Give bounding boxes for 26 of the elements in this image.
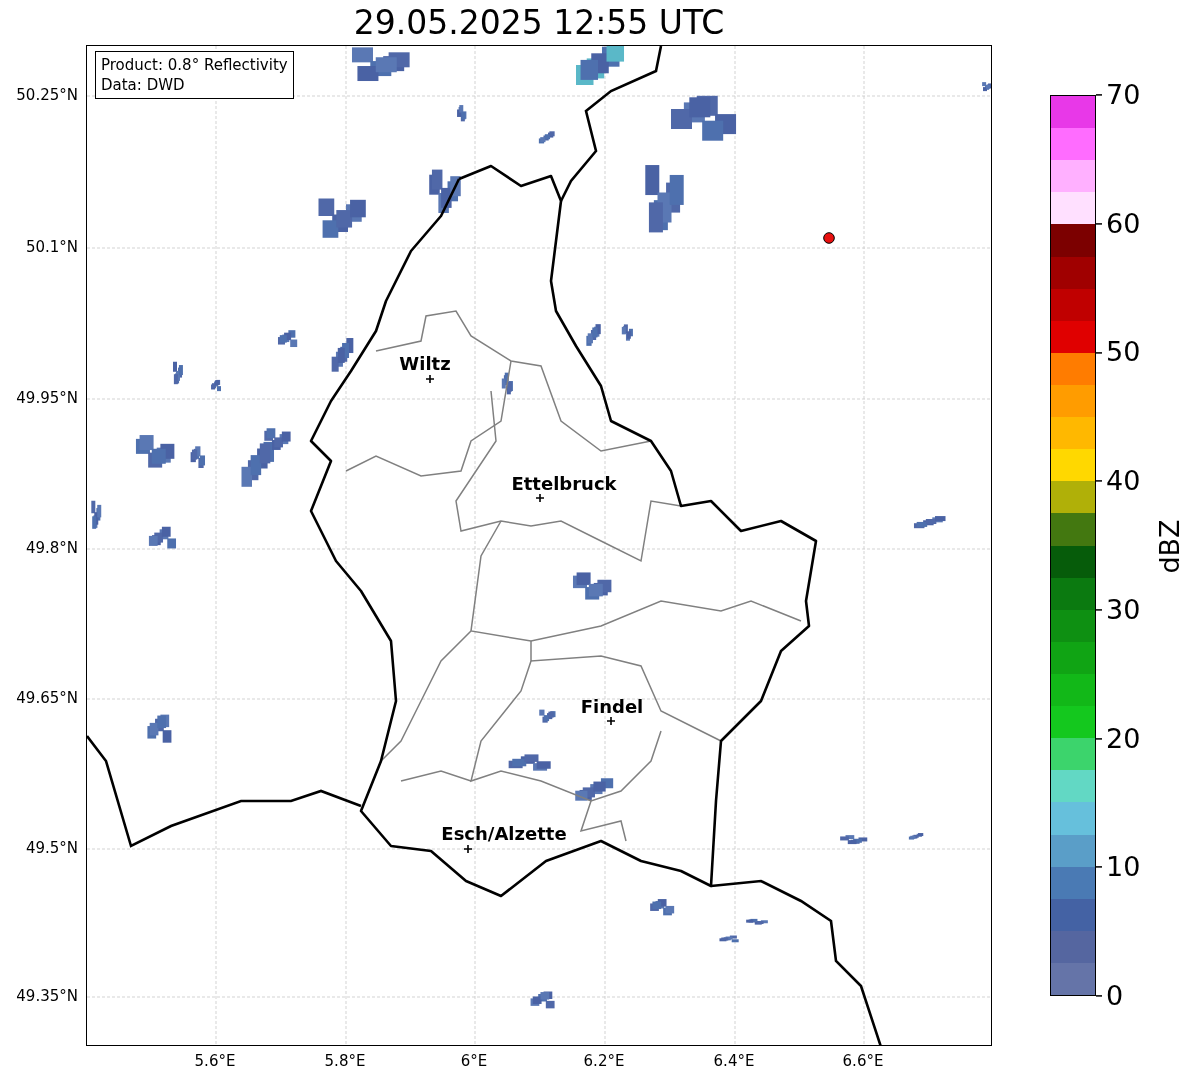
longitude-label: 6.6°E — [842, 1052, 884, 1070]
city-label: Findel — [580, 695, 644, 717]
city-label: Esch/Alzette — [441, 822, 567, 844]
longitude-label: 5.8°E — [324, 1052, 366, 1070]
latitude-label: 50.1°N — [25, 238, 78, 256]
plus-icon — [536, 494, 544, 502]
latitude-label: 49.5°N — [25, 839, 78, 857]
longitude-label: 6.4°E — [713, 1052, 755, 1070]
latitude-label: 49.95°N — [16, 389, 78, 407]
city-label: Wiltz — [399, 352, 451, 374]
latitude-label: 49.65°N — [16, 689, 78, 707]
chart-title: 29.05.2025 12:55 UTC — [353, 6, 725, 39]
city-label: Ettelbruck — [511, 472, 617, 494]
scale-unit-label: dBZ — [1153, 519, 1184, 574]
info-text: Product: 0.8° Reflectivity — [101, 55, 288, 75]
plus-icon — [607, 717, 615, 725]
longitude-label: 6.2°E — [583, 1052, 625, 1070]
plus-icon — [464, 845, 472, 853]
info-text: Data: DWD — [101, 75, 186, 95]
latitude-label: 49.8°N — [25, 539, 78, 557]
plus-icon — [426, 375, 434, 383]
latitude-label: 49.35°N — [16, 987, 78, 1005]
location-dot-icon — [823, 232, 835, 244]
latitude-label: 50.25°N — [16, 86, 78, 104]
longitude-label: 5.6°E — [194, 1052, 236, 1070]
longitude-label: 6°E — [460, 1052, 488, 1070]
